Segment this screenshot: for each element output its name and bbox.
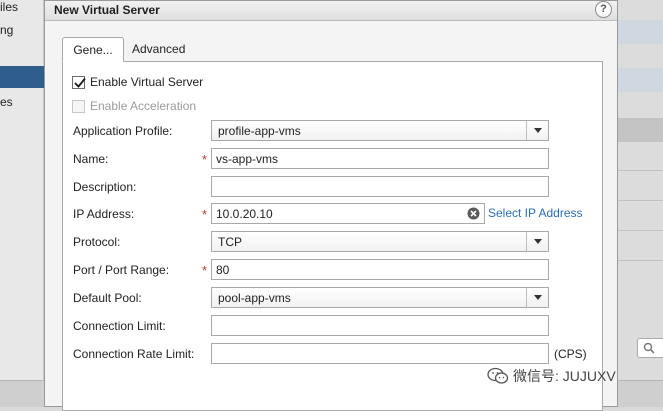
dialog-title: New Virtual Server bbox=[54, 3, 160, 17]
port-input[interactable] bbox=[211, 259, 549, 280]
background-row-line bbox=[618, 170, 663, 171]
general-tab-panel: Enable Virtual Server Enable Acceleratio… bbox=[62, 61, 603, 411]
background-sidebar-label: iles bbox=[0, 0, 19, 14]
default-pool-value: pool-app-vms bbox=[218, 291, 291, 305]
dialog-titlebar: New Virtual Server ? bbox=[45, 1, 617, 21]
background-search-box[interactable] bbox=[637, 338, 663, 358]
required-marker: * bbox=[202, 263, 208, 278]
application-profile-label: Application Profile: bbox=[73, 124, 173, 138]
tab-general[interactable]: Gene... bbox=[62, 37, 124, 62]
description-label: Description: bbox=[73, 180, 137, 194]
port-label: Port / Port Range: bbox=[73, 263, 170, 277]
wechat-icon bbox=[487, 367, 509, 384]
required-marker: * bbox=[202, 152, 208, 167]
watermark: 微信号: JUJUXV bbox=[487, 366, 616, 386]
new-virtual-server-dialog: New Virtual Server ? Gene... Advanced En… bbox=[44, 0, 618, 411]
background-row-line bbox=[618, 230, 663, 231]
background-sidebar-label: ng bbox=[0, 23, 14, 37]
connection-rate-limit-label: Connection Rate Limit: bbox=[73, 347, 195, 361]
dropdown-arrow-icon[interactable] bbox=[526, 232, 548, 251]
dropdown-arrow-icon[interactable] bbox=[526, 288, 548, 307]
enable-acceleration-label: Enable Acceleration bbox=[90, 99, 197, 113]
cps-suffix: (CPS) bbox=[554, 347, 587, 361]
background-sidebar-label: es bbox=[0, 95, 13, 109]
enable-virtual-server-label: Enable Virtual Server bbox=[90, 75, 204, 89]
default-pool-label: Default Pool: bbox=[73, 291, 142, 305]
checkmark-icon bbox=[74, 77, 86, 88]
protocol-value: TCP bbox=[218, 235, 242, 249]
background-sidebar: iles ng es bbox=[0, 0, 44, 407]
description-input[interactable] bbox=[211, 176, 549, 197]
ip-address-value: 10.0.20.10 bbox=[216, 207, 273, 221]
required-marker: * bbox=[202, 207, 208, 222]
background-sidebar-selected bbox=[0, 66, 44, 88]
ip-address-label: IP Address: bbox=[73, 207, 135, 221]
protocol-label: Protocol: bbox=[73, 235, 121, 249]
connection-limit-label: Connection Limit: bbox=[73, 319, 166, 333]
connection-rate-limit-input[interactable] bbox=[211, 343, 549, 364]
tab-advanced[interactable]: Advanced bbox=[122, 37, 195, 62]
enable-virtual-server-row[interactable]: Enable Virtual Server bbox=[72, 74, 203, 90]
search-icon bbox=[643, 342, 655, 354]
application-profile-value: profile-app-vms bbox=[218, 124, 301, 138]
select-ip-address-link[interactable]: Select IP Address bbox=[488, 206, 583, 220]
enable-acceleration-checkbox bbox=[72, 99, 85, 113]
dropdown-arrow-icon[interactable] bbox=[526, 121, 548, 140]
enable-virtual-server-checkbox[interactable] bbox=[72, 75, 86, 89]
default-pool-select[interactable]: pool-app-vms bbox=[211, 287, 549, 308]
ip-address-input[interactable]: 10.0.20.10 bbox=[211, 203, 485, 224]
background-header bbox=[618, 118, 663, 142]
background-row bbox=[618, 68, 663, 92]
background-row-line bbox=[618, 260, 663, 261]
clear-icon[interactable] bbox=[467, 207, 480, 220]
name-label: Name: bbox=[73, 152, 109, 166]
protocol-select[interactable]: TCP bbox=[211, 231, 549, 252]
application-profile-select[interactable]: profile-app-vms bbox=[211, 120, 549, 141]
background-row bbox=[618, 20, 663, 44]
watermark-text: 微信号: JUJUXV bbox=[513, 368, 616, 384]
background-row-line bbox=[618, 200, 663, 201]
name-input[interactable] bbox=[211, 148, 549, 169]
help-icon[interactable]: ? bbox=[595, 1, 612, 18]
connection-limit-input[interactable] bbox=[211, 315, 549, 336]
enable-acceleration-row: Enable Acceleration bbox=[72, 98, 196, 114]
